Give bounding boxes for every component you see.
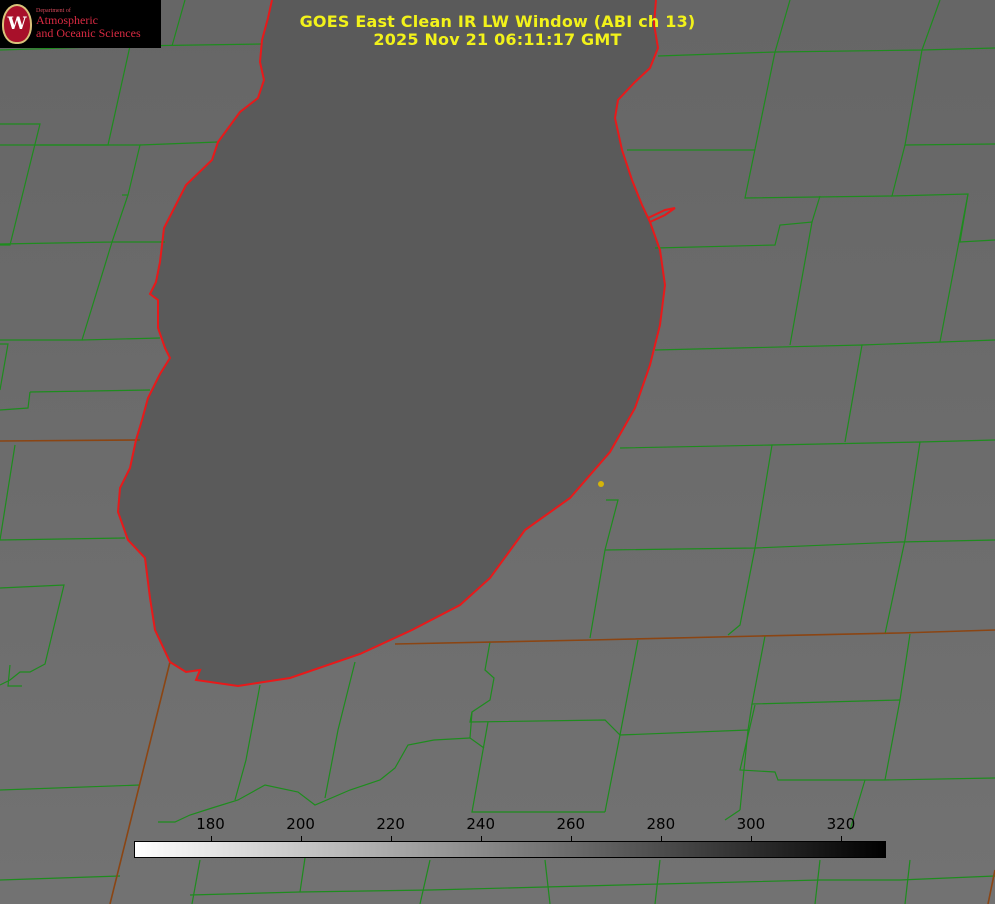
colorbar-tick-mark	[750, 836, 752, 841]
colorbar-tick-label: 220	[376, 815, 405, 833]
image-title: GOES East Clean IR LW Window (ABI ch 13)	[299, 12, 696, 31]
colorbar-tick-mark	[390, 836, 392, 841]
satellite-map	[0, 0, 995, 904]
colorbar-tick-mark	[570, 836, 572, 841]
colorbar	[134, 841, 886, 858]
station-marker	[598, 481, 604, 487]
colorbar-tick-mark	[210, 836, 212, 841]
colorbar-tick-label: 180	[196, 815, 225, 833]
colorbar-tick-mark	[660, 836, 662, 841]
colorbar-tick-label: 280	[646, 815, 676, 833]
colorbar-tick-mark	[300, 836, 302, 841]
colorbar-tick-mark	[480, 836, 482, 841]
image-timestamp: 2025 Nov 21 06:11:17 GMT	[373, 30, 622, 49]
colorbar-tick-label: 200	[286, 815, 315, 833]
colorbar-tick-label: 240	[466, 815, 496, 833]
colorbar-tick-label: 320	[826, 815, 856, 833]
colorbar-tick-label: 260	[556, 815, 586, 833]
colorbar-tick-label: 300	[736, 815, 766, 833]
colorbar-tick-mark	[840, 836, 842, 841]
